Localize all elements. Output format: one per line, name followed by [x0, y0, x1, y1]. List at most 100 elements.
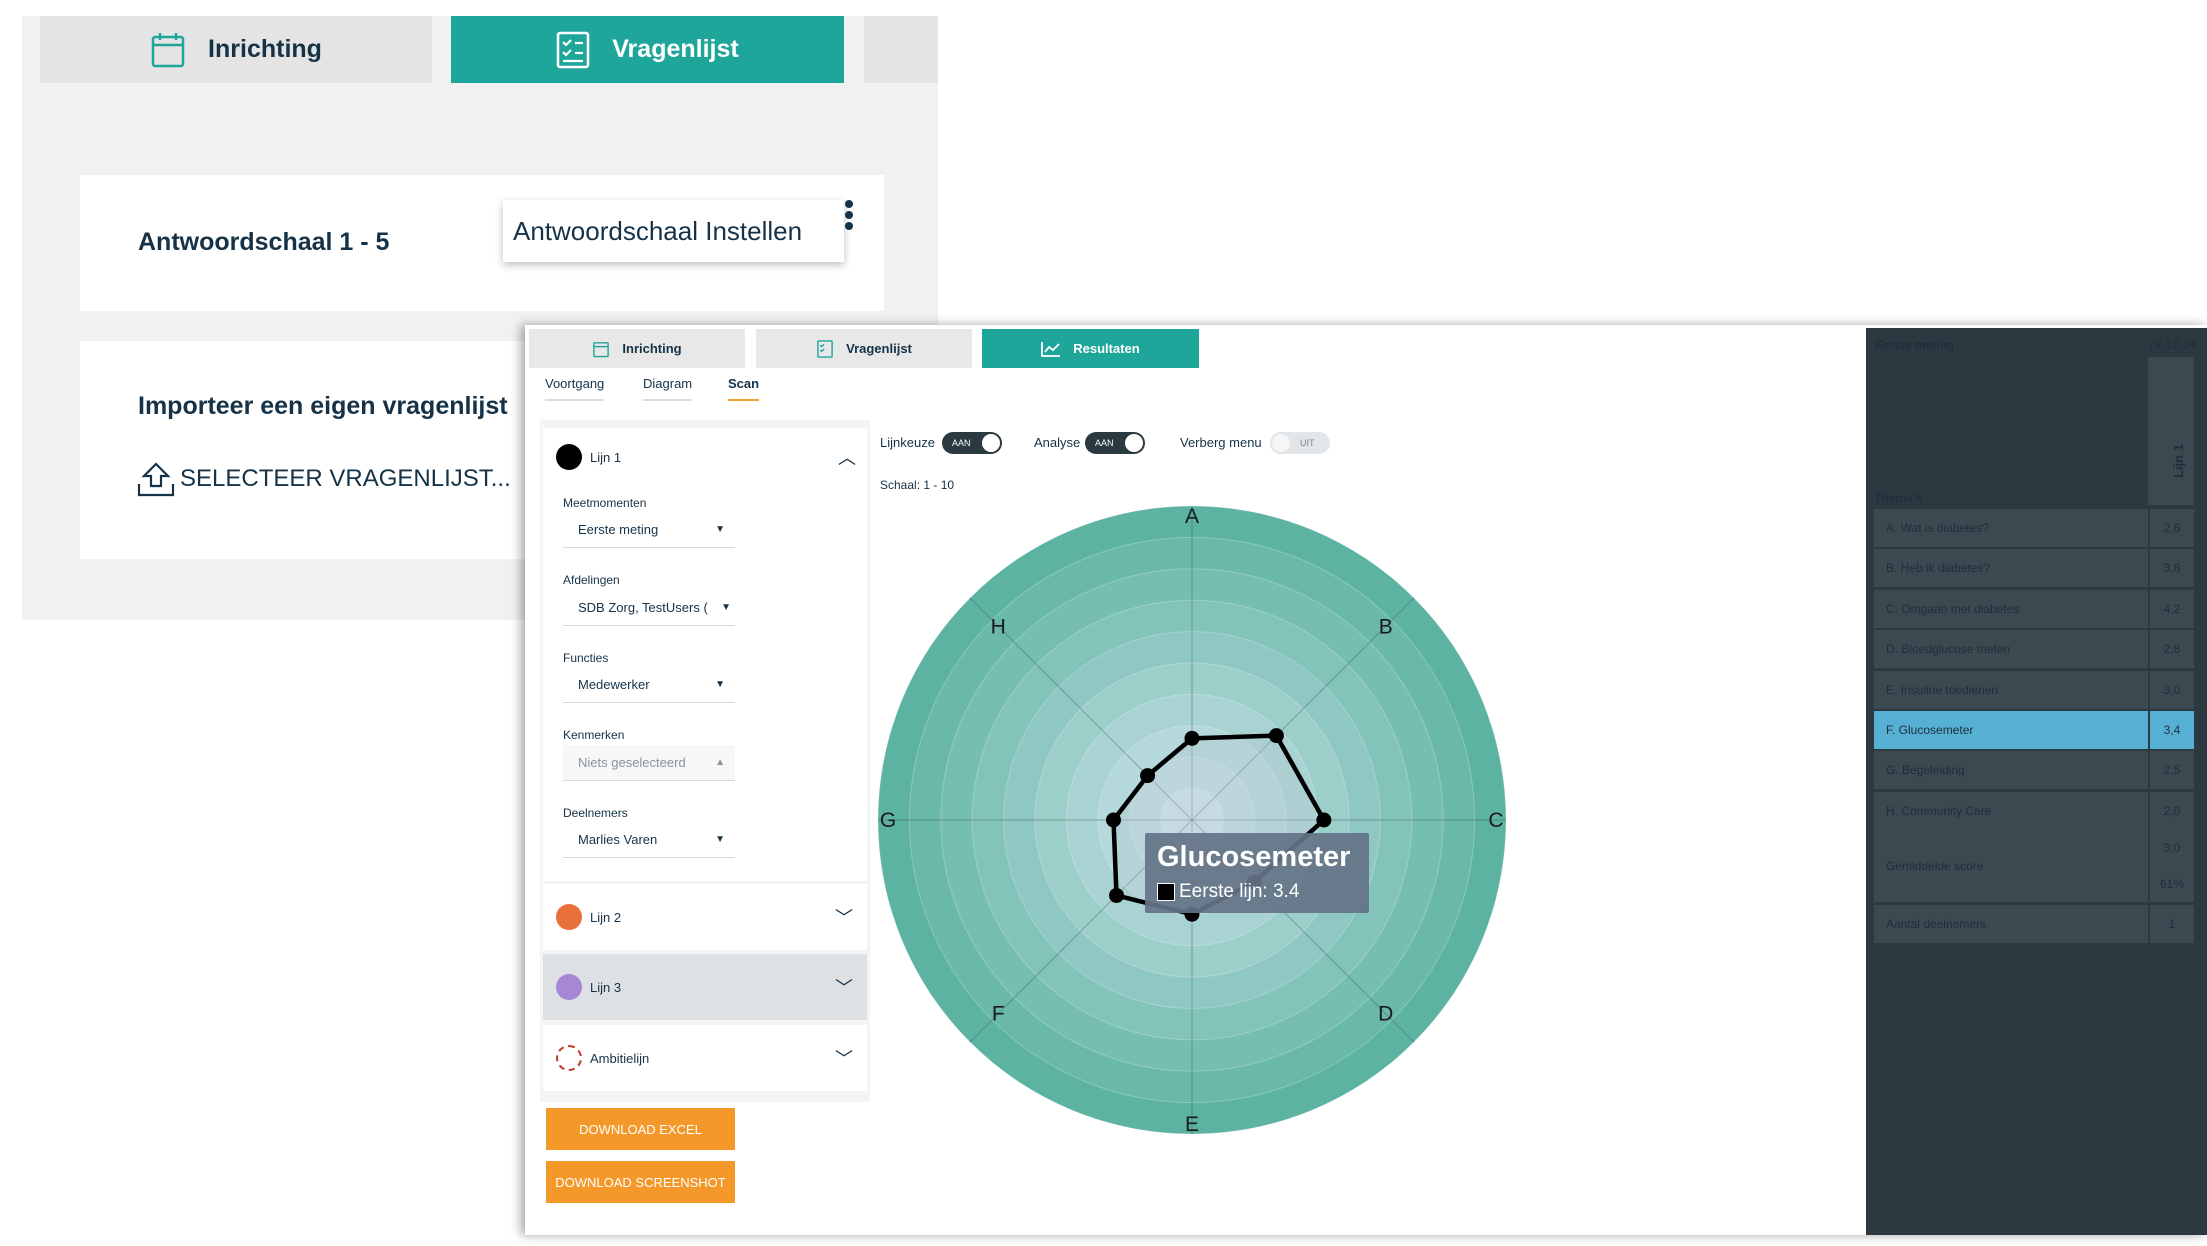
theme-row[interactable]: H. Community Care 2,0 — [1874, 791, 2194, 830]
meetmomenten-select[interactable]: Eerste meting ▼ — [563, 512, 735, 548]
tab-inrichting[interactable]: Inrichting — [40, 16, 432, 83]
functies-value: Medewerker — [578, 677, 650, 692]
lijnkeuze-state: AAN — [952, 438, 971, 448]
subtab-scan[interactable]: Scan — [728, 376, 760, 401]
average-row: Gemiddelde score 3,0 61% — [1874, 830, 2194, 902]
theme-row[interactable]: B. Heb ik diabetes? 3,8 — [1874, 549, 2194, 588]
verberg-menu-state: UIT — [1300, 438, 1315, 448]
themas-label: Thema's — [1874, 491, 1923, 505]
caret-down-icon: ▼ — [715, 679, 725, 690]
subtab-voortgang[interactable]: Voortgang — [545, 376, 605, 401]
axis-label: G — [880, 809, 896, 832]
axis-label: D — [1378, 1003, 1393, 1026]
series-point — [1140, 768, 1156, 784]
theme-value: 2,6 — [2148, 509, 2194, 547]
tooltip-label: Eerste lijn: 3.4 — [1179, 881, 1300, 902]
radar-chart: A B C D E F G H — [877, 505, 1507, 1136]
theme-value: 3,0 — [2148, 670, 2194, 709]
lijn-column-label: Lijn 1 — [2171, 444, 2186, 478]
deelnemers-value: Marlies Varen — [578, 832, 658, 847]
axis-label: A — [1185, 505, 1199, 528]
theme-value: 2,5 — [2148, 751, 2194, 790]
checklist-icon — [817, 339, 833, 358]
tab-vragenlijst[interactable]: Vragenlijst — [451, 16, 844, 83]
average-percent: 61% — [2159, 877, 2185, 891]
functies-select[interactable]: Medewerker ▼ — [563, 667, 735, 703]
chart-line-icon — [1041, 341, 1061, 357]
theme-value: 3,4 — [2148, 711, 2194, 749]
ambitie-label: Ambitielijn — [590, 1050, 650, 1066]
chevron-up-icon[interactable]: ︿ — [838, 444, 856, 470]
axis-label: C — [1488, 809, 1503, 832]
theme-row[interactable]: G. Begeleiding 2,5 — [1874, 751, 2194, 790]
schaal-label: Antwoordschaal 1 - 5 — [138, 228, 390, 256]
theme-name: D. Bloedglucose meten — [1886, 642, 2011, 657]
ambitie-color-dot — [556, 1045, 582, 1071]
analyse-toggle[interactable]: AAN — [1085, 432, 1145, 454]
more-vertical-icon[interactable] — [839, 200, 859, 238]
verberg-menu-toggle[interactable]: UIT — [1270, 432, 1330, 454]
tab-resultaten[interactable]: Resultaten — [982, 329, 1199, 368]
deelnemers-select[interactable]: Marlies Varen ▼ — [563, 822, 735, 858]
theme-row[interactable]: C. Omgaan met diabetes 4,2 — [1874, 589, 2194, 628]
theme-row[interactable]: E. Insuline toedienen 3,0 — [1874, 670, 2194, 709]
download-excel-button[interactable]: DOWNLOAD EXCEL — [546, 1108, 735, 1150]
participants-row: Aantal deelnemers 1 — [1874, 905, 2194, 943]
tab-vragenlijst[interactable]: Vragenlijst — [756, 329, 972, 368]
theme-name: B. Heb ik diabetes? — [1886, 561, 1991, 576]
caret-up-icon: ▲ — [715, 757, 725, 768]
lijnkeuze-toggle[interactable]: AAN — [942, 432, 1002, 454]
axis-label: H — [991, 615, 1006, 638]
chart-tooltip: Glucosemeter Eerste lijn: 3.4 — [1145, 833, 1369, 913]
axis-label: B — [1379, 615, 1393, 638]
verberg-menu-label: Verberg menu — [1180, 435, 1262, 450]
chevron-down-icon[interactable]: ﹀ — [835, 904, 853, 930]
theme-name: E. Insuline toedienen — [1886, 682, 1999, 697]
theme-value: 2,8 — [2148, 630, 2194, 669]
tab-vragenlijst-label: Vragenlijst — [612, 35, 739, 63]
upload-icon — [137, 462, 175, 497]
schaal-instellen-menu-item[interactable]: Antwoordschaal Instellen — [503, 200, 844, 262]
tab-inrichting-label: Inrichting — [208, 35, 322, 63]
axis-label: E — [1185, 1113, 1199, 1136]
theme-row[interactable]: F. Glucosemeter 3,4 — [1874, 711, 2194, 749]
select-questionnaire-button[interactable]: SELECTEER VRAGENLIJST... — [136, 460, 511, 498]
chevron-down-icon[interactable]: ﹀ — [835, 1045, 853, 1071]
line3-color-dot — [556, 974, 582, 1000]
meetmomenten-label: Meetmomenten — [563, 496, 647, 510]
chevron-down-icon[interactable]: ﹀ — [835, 974, 853, 1000]
schaal-range: Schaal: 1 - 10 — [880, 478, 955, 492]
kenmerken-value: Niets geselecteerd — [578, 755, 686, 770]
caret-down-icon: ▼ — [715, 834, 725, 845]
tab-inrichting[interactable]: Inrichting — [529, 329, 745, 368]
series-point — [1184, 730, 1200, 746]
tooltip-line: Eerste lijn: 3.4 — [1157, 881, 1299, 903]
line2-panel[interactable]: Lijn 2 ﹀ — [543, 884, 867, 950]
line1-color-dot — [556, 444, 582, 470]
line3-label: Lijn 3 — [590, 979, 622, 995]
participants-label: Aantal deelnemers — [1886, 917, 1987, 931]
ambitie-panel[interactable]: Ambitielijn ﹀ — [543, 1025, 867, 1091]
afdelingen-select[interactable]: SDB Zorg, TestUsers (▼ — [563, 590, 735, 626]
participants-value: 1 — [2148, 905, 2194, 943]
checklist-icon — [557, 31, 590, 68]
theme-row[interactable]: D. Bloedglucose meten 2,8 — [1874, 630, 2194, 669]
sidebar-date: 18-12-24 — [2148, 338, 2197, 352]
tab-more[interactable] — [864, 16, 938, 83]
line1-header[interactable]: Lijn 1 ︿ — [556, 444, 856, 470]
download-screenshot-button[interactable]: DOWNLOAD SCREENSHOT — [546, 1161, 735, 1203]
line2-label: Lijn 2 — [590, 909, 622, 925]
average-label: Gemiddelde score — [1886, 859, 1984, 873]
calendar-icon — [151, 32, 185, 67]
import-card — [80, 341, 530, 559]
line3-panel[interactable]: Lijn 3 ﹀ — [543, 954, 867, 1020]
series-point — [1106, 812, 1121, 828]
subtab-diagram[interactable]: Diagram — [643, 376, 693, 401]
kenmerken-label: Kenmerken — [563, 728, 625, 742]
theme-row[interactable]: A. Wat is diabetes? 2,6 — [1874, 509, 2194, 547]
average-score: 3,0 — [2163, 841, 2181, 855]
sidebar-title: Eerste meting — [1875, 338, 1955, 352]
theme-name: F. Glucosemeter — [1886, 723, 1974, 737]
kenmerken-select[interactable]: Niets geselecteerd ▲ — [563, 745, 735, 781]
theme-value: 4,2 — [2148, 589, 2194, 628]
